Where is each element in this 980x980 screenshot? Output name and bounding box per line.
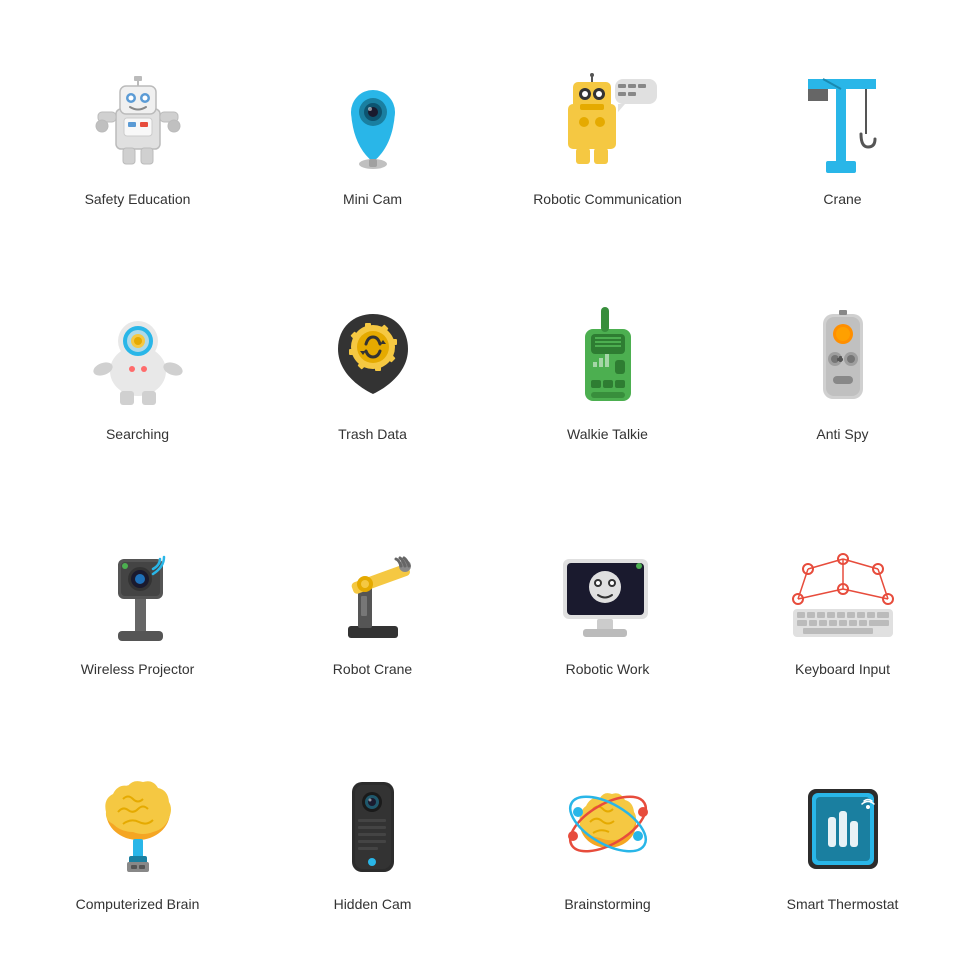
icon-cell-smart-thermostat[interactable]: Smart Thermostat [725, 725, 960, 960]
robotic-communication-icon [553, 69, 663, 179]
icon-cell-searching[interactable]: Searching [20, 255, 255, 490]
robotic-communication-label: Robotic Communication [533, 191, 682, 207]
icon-cell-anti-spy[interactable]: Anti Spy [725, 255, 960, 490]
hidden-cam-icon [318, 774, 428, 884]
crane-icon [788, 69, 898, 179]
crane-label: Crane [823, 191, 861, 207]
safety-education-label: Safety Education [85, 191, 191, 207]
icon-cell-wireless-projector[interactable]: Wireless Projector [20, 490, 255, 725]
searching-label: Searching [106, 426, 169, 442]
hidden-cam-label: Hidden Cam [334, 896, 412, 912]
trash-data-icon [318, 304, 428, 414]
icon-cell-keyboard-input[interactable]: Keyboard Input [725, 490, 960, 725]
smart-thermostat-label: Smart Thermostat [787, 896, 899, 912]
anti-spy-label: Anti Spy [816, 426, 868, 442]
icon-cell-mini-cam[interactable]: Mini Cam [255, 20, 490, 255]
trash-data-label: Trash Data [338, 426, 407, 442]
icon-cell-crane[interactable]: Crane [725, 20, 960, 255]
robotic-work-icon [553, 539, 663, 649]
icon-cell-computerized-brain[interactable]: Computerized Brain [20, 725, 255, 960]
icon-grid: Safety Education Mini Cam [0, 0, 980, 980]
keyboard-input-icon [788, 539, 898, 649]
walkie-talkie-label: Walkie Talkie [567, 426, 648, 442]
computerized-brain-label: Computerized Brain [76, 896, 200, 912]
safety-education-icon [83, 69, 193, 179]
icon-cell-brainstorming[interactable]: Brainstorming [490, 725, 725, 960]
icon-cell-robot-crane[interactable]: Robot Crane [255, 490, 490, 725]
brainstorming-icon [553, 774, 663, 884]
robotic-work-label: Robotic Work [566, 661, 650, 677]
icon-cell-hidden-cam[interactable]: Hidden Cam [255, 725, 490, 960]
icon-cell-walkie-talkie[interactable]: Walkie Talkie [490, 255, 725, 490]
smart-thermostat-icon [788, 774, 898, 884]
icon-cell-safety-education[interactable]: Safety Education [20, 20, 255, 255]
anti-spy-icon [788, 304, 898, 414]
icon-cell-robotic-communication[interactable]: Robotic Communication [490, 20, 725, 255]
robot-crane-icon [318, 539, 428, 649]
robot-crane-label: Robot Crane [333, 661, 412, 677]
mini-cam-icon [318, 69, 428, 179]
keyboard-input-label: Keyboard Input [795, 661, 890, 677]
mini-cam-label: Mini Cam [343, 191, 402, 207]
wireless-projector-label: Wireless Projector [81, 661, 195, 677]
icon-cell-trash-data[interactable]: Trash Data [255, 255, 490, 490]
walkie-talkie-icon [553, 304, 663, 414]
searching-icon [83, 304, 193, 414]
computerized-brain-icon [83, 774, 193, 884]
icon-cell-robotic-work[interactable]: Robotic Work [490, 490, 725, 725]
brainstorming-label: Brainstorming [564, 896, 650, 912]
wireless-projector-icon [83, 539, 193, 649]
